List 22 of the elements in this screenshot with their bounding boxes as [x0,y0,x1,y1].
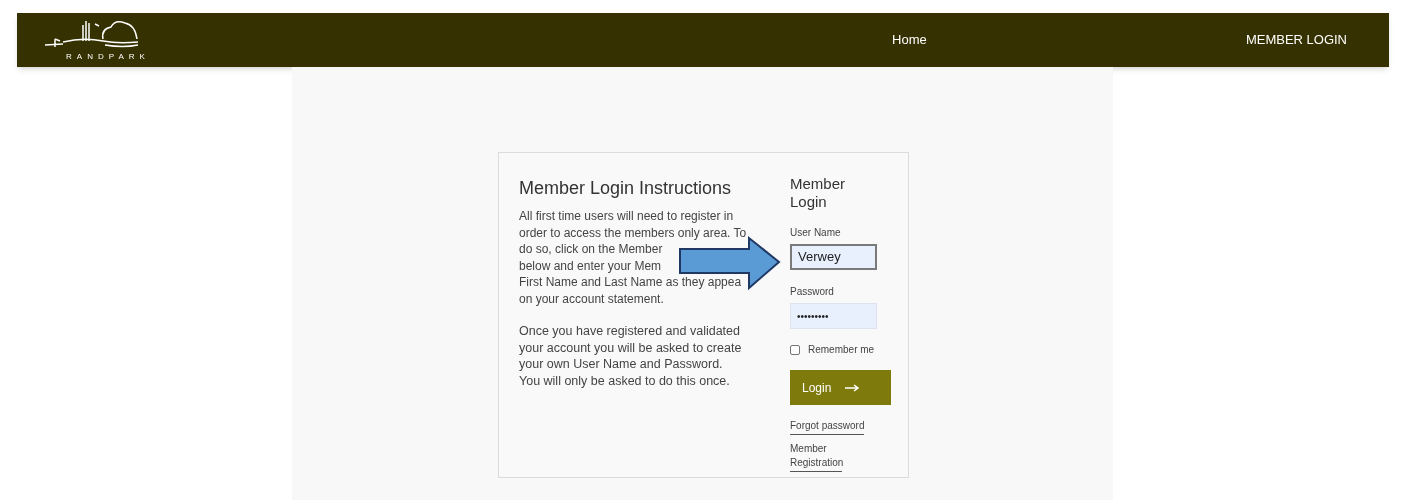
instruction-line: All first time users will need to register in [519,208,734,225]
instruction-line: First Name and Last Name as they appea [519,274,742,291]
field-label: User Name [790,226,842,240]
login-title: Member Login [790,175,846,211]
checkbox-label: Remember me [808,343,875,357]
instruction-line: on your account statement. [519,290,664,307]
logo-text: RANDPARK [66,51,150,63]
remember-checkbox[interactable] [790,344,800,355]
password-field[interactable]: ••••••••• [790,303,877,329]
nav-link[interactable]: Home [892,30,927,50]
nav-link[interactable]: MEMBER LOGIN [1245,30,1347,50]
instruction-line: do so, click on the Member [519,241,663,258]
registration-link[interactable]: Member Registration [790,442,842,472]
instructions-title: Member Login Instructions [519,177,733,200]
field-label: Password [790,285,835,299]
username-field[interactable]: Verwey [790,244,877,270]
login-button[interactable]: Login [790,370,891,405]
arrow-right-icon [845,383,860,392]
forgot-password-link[interactable]: Forgot password [790,418,865,435]
instruction-line: below and enter your Mem [519,257,662,274]
instruction-line: order to access the members only area. To [519,224,747,241]
instructions-paragraph: Once you have registered and validated your account you will be asked to create your own User Name and Password. You will only be asked to do this once. [519,323,743,389]
